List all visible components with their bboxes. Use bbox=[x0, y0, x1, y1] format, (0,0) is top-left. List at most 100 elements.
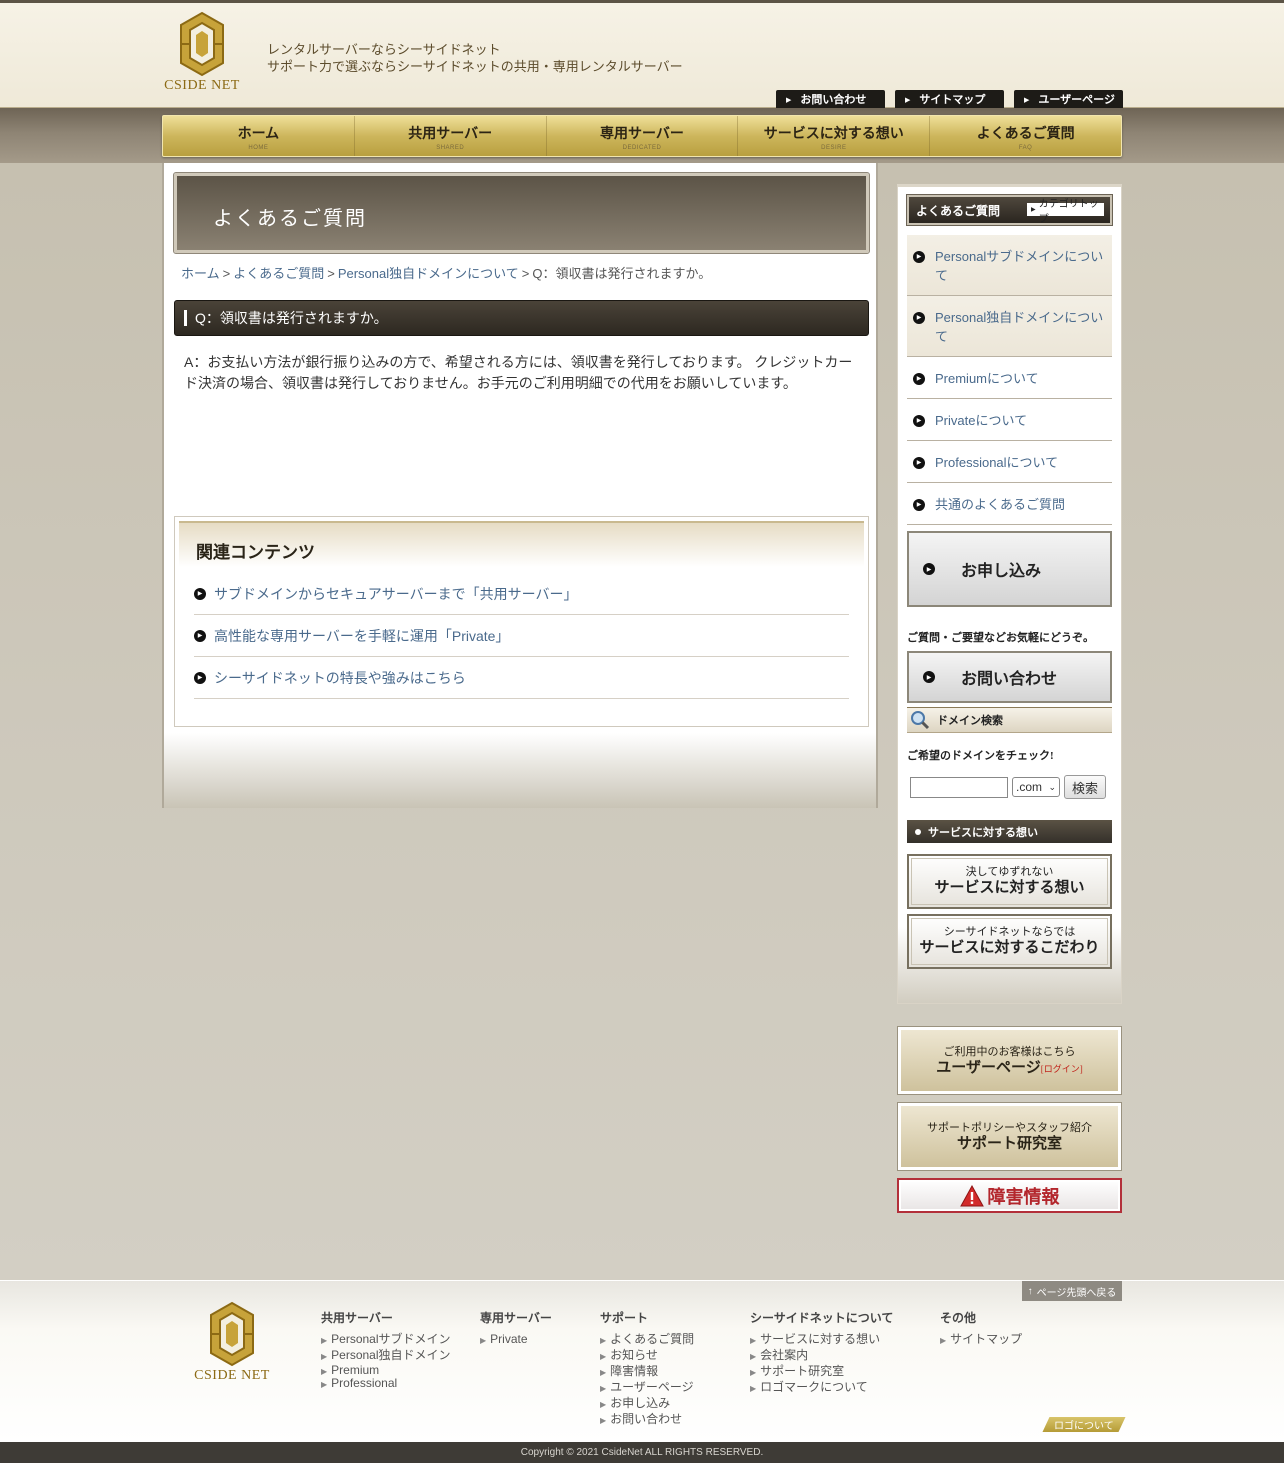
contact-button[interactable]: ▶ お問い合わせ bbox=[907, 651, 1112, 703]
triangle-right-icon: ▶ bbox=[321, 1352, 328, 1361]
triangle-right-icon: ▶ bbox=[321, 1380, 328, 1389]
circle-arrow-icon: ▶ bbox=[194, 587, 206, 600]
outage-info-banner[interactable]: 障害情報 bbox=[897, 1178, 1122, 1213]
breadcrumb-category[interactable]: Personal独自ドメインについて bbox=[338, 266, 519, 281]
list-item: ▶ シーサイドネットの特長や強みはこちら bbox=[194, 657, 849, 699]
copyright: Copyright © 2021 CsideNet ALL RIGHTS RES… bbox=[0, 1442, 1284, 1463]
triangle-right-icon: ▶ bbox=[750, 1352, 757, 1361]
footer-col-support: サポート ▶ よくあるご質問 ▶ お知らせ ▶ 障害情報 ▶ ユーザーページ ▶ お申し込… bbox=[600, 1311, 695, 1428]
domain-note: ご希望のドメインをチェック! bbox=[907, 750, 1054, 762]
related-title: 関連コンテンツ bbox=[196, 543, 315, 562]
breadcrumb-faq[interactable]: よくあるご質問 bbox=[233, 266, 324, 281]
sidebar-item-personal-domain[interactable]: ▶ Personal独自ドメインについて bbox=[907, 296, 1112, 357]
logo-text: CSIDE NET bbox=[194, 1368, 270, 1383]
domain-input[interactable] bbox=[910, 776, 1008, 798]
logo-mark-icon bbox=[180, 11, 224, 77]
logo-text: CSIDE NET bbox=[164, 78, 240, 93]
list-item: ▶ サブドメインからセキュアサーバーまで「共用サーバー」 bbox=[194, 573, 849, 615]
support-lab-banner[interactable]: サポートポリシーやスタッフ紹介 サポート研究室 bbox=[897, 1102, 1122, 1171]
sidebar-item-personal-subdomain[interactable]: ▶ Personalサブドメインについて bbox=[907, 235, 1112, 296]
sidebar-item-common[interactable]: ▶ 共通のよくあるご質問 bbox=[907, 483, 1112, 525]
tld-select[interactable]: .com ⌄ bbox=[1012, 777, 1060, 797]
gnav-desire[interactable]: サービスに対する想い DESIRE bbox=[738, 116, 931, 156]
footer-link[interactable]: ▶ お申し込み bbox=[600, 1396, 694, 1412]
circle-arrow-icon: ▶ bbox=[913, 415, 925, 427]
triangle-right-icon: ▶ bbox=[600, 1400, 607, 1409]
triangle-right-icon: ▶ bbox=[600, 1352, 607, 1361]
util-contact-button[interactable]: ▶ お問い合わせ bbox=[776, 90, 885, 108]
util-sitemap-button[interactable]: ▶ サイトマップ bbox=[895, 90, 1004, 108]
tagline: レンタルサーバーならシーサイドネット サポート力で選ぶならシーサイドネットの共用… bbox=[267, 41, 683, 75]
question-heading: Q：領収書は発行されますか。 bbox=[174, 300, 869, 336]
question-text: Q：領収書は発行されますか。 bbox=[195, 310, 388, 326]
gnav-shared[interactable]: 共用サーバー SHARED bbox=[355, 116, 547, 156]
related-link-shared[interactable]: サブドメインからセキュアサーバーまで「共用サーバー」 bbox=[214, 584, 577, 604]
logo-mark-icon bbox=[210, 1301, 254, 1367]
circle-arrow-icon: ▶ bbox=[913, 457, 925, 469]
logo-about-button[interactable]: ロゴについて bbox=[1042, 1417, 1126, 1432]
footer-link[interactable]: ▶ 会社案内 bbox=[750, 1348, 893, 1364]
gnav-faq[interactable]: よくあるご質問 FAQ bbox=[930, 116, 1121, 156]
footer-link[interactable]: ▶ Personalサブドメイン bbox=[321, 1332, 451, 1348]
breadcrumb-home[interactable]: ホーム bbox=[181, 266, 220, 281]
user-page-banner[interactable]: ご利用中のお客様はこちら ユーザーページ[ログイン] bbox=[897, 1026, 1122, 1095]
triangle-right-icon: ▶ bbox=[600, 1384, 607, 1393]
page-top-button[interactable]: ↑ ページ先頭へ戻る bbox=[1022, 1281, 1122, 1301]
site-header: CSIDE NET レンタルサーバーならシーサイドネット サポート力で選ぶならシ… bbox=[0, 0, 1284, 108]
footer-logo[interactable]: CSIDE NET bbox=[192, 1301, 272, 1384]
related-header: 関連コンテンツ bbox=[179, 521, 864, 567]
footer-link[interactable]: ▶ お問い合わせ bbox=[600, 1412, 694, 1428]
service-desire-banner[interactable]: 決してゆずれない サービスに対する想い bbox=[907, 854, 1112, 909]
utility-nav: ▶ お問い合わせ ▶ サイトマップ ▶ ユーザーページ bbox=[776, 90, 1123, 108]
circle-arrow-icon: ▶ bbox=[194, 629, 206, 642]
footer-link[interactable]: ▶ よくあるご質問 bbox=[600, 1332, 694, 1348]
triangle-right-icon: ▶ bbox=[600, 1336, 607, 1345]
arrow-right-icon: ▶ bbox=[1024, 95, 1030, 104]
sidebar-item-professional[interactable]: ▶ Professionalについて bbox=[907, 441, 1112, 483]
util-userpage-button[interactable]: ▶ ユーザーページ bbox=[1014, 90, 1123, 108]
global-nav: ホーム HOME 共用サーバー SHARED 専用サーバー DEDICATED サービ… bbox=[162, 115, 1122, 157]
triangle-right-icon: ▶ bbox=[600, 1416, 607, 1425]
footer-col-other: その他 ▶ サイトマップ bbox=[940, 1311, 1023, 1348]
footer-link[interactable]: ▶ Professional bbox=[321, 1377, 451, 1390]
footer-link[interactable]: ▶ 障害情報 bbox=[600, 1364, 694, 1380]
related-link-private[interactable]: 高性能な専用サーバーを手軽に運用「Private」 bbox=[214, 626, 509, 646]
sidebar-faq-header: よくあるご質問 ▶ カテゴリトップ bbox=[906, 194, 1113, 226]
sidebar-item-private[interactable]: ▶ Privateについて bbox=[907, 399, 1112, 441]
circle-arrow-icon: ▶ bbox=[913, 499, 925, 511]
sidebar: よくあるご質問 ▶ カテゴリトップ ▶ Personalサブドメインについて ▶ Pe… bbox=[897, 184, 1122, 1004]
magnifier-icon bbox=[911, 711, 930, 730]
triangle-right-icon: ▶ bbox=[321, 1367, 328, 1376]
sidebar-item-premium[interactable]: ▶ Premiumについて bbox=[907, 357, 1112, 399]
gnav-dedicated[interactable]: 専用サーバー DEDICATED bbox=[547, 116, 739, 156]
triangle-right-icon: ▶ bbox=[480, 1336, 487, 1345]
footer-link[interactable]: ▶ Personal独自ドメイン bbox=[321, 1348, 451, 1364]
circle-arrow-icon: ▶ bbox=[923, 563, 935, 575]
site-logo[interactable]: CSIDE NET bbox=[162, 11, 242, 94]
service-commitment-banner[interactable]: シーサイドネットならでは サービスに対するこだわり bbox=[907, 914, 1112, 969]
apply-button[interactable]: ▶ お申し込み bbox=[907, 531, 1112, 607]
related-link-features[interactable]: シーサイドネットの特長や強みはこちら bbox=[214, 668, 466, 688]
faq-category-list: ▶ Personalサブドメインについて ▶ Personal独自ドメインについて … bbox=[907, 235, 1112, 525]
related-list: ▶ サブドメインからセキュアサーバーまで「共用サーバー」 ▶ 高性能な専用サーバーを… bbox=[194, 573, 849, 699]
footer-link[interactable]: ▶ ロゴマークについて bbox=[750, 1380, 893, 1396]
footer-link[interactable]: ▶ お知らせ bbox=[600, 1348, 694, 1364]
answer-text: A：お支払い方法が銀行振り込みの方で、希望される方には、領収書を発行しております… bbox=[184, 354, 853, 391]
gnav-home[interactable]: ホーム HOME bbox=[163, 116, 355, 156]
circle-arrow-icon: ▶ bbox=[913, 373, 925, 385]
sidebar-faq-title: よくあるご質問 bbox=[916, 203, 1001, 218]
related-contents: 関連コンテンツ ▶ サブドメインからセキュアサーバーまで「共用サーバー」 ▶ 高性能… bbox=[174, 516, 869, 727]
footer-link[interactable]: ▶ Private bbox=[480, 1332, 552, 1348]
breadcrumb: ホーム > よくあるご質問 > Personal独自ドメインについて > Q：領収書は発行さ… bbox=[181, 266, 712, 281]
footer-link[interactable]: ▶ サポート研究室 bbox=[750, 1364, 893, 1380]
domain-search-button[interactable]: 検索 bbox=[1064, 775, 1106, 799]
footer-link[interactable]: ▶ ユーザーページ bbox=[600, 1380, 694, 1396]
footer-link[interactable]: ▶ サイトマップ bbox=[940, 1332, 1022, 1348]
footer-link[interactable]: ▶ サービスに対する想い bbox=[750, 1332, 893, 1348]
bullet-icon bbox=[915, 828, 921, 835]
circle-arrow-icon: ▶ bbox=[194, 671, 206, 684]
tagline-line-1: レンタルサーバーならシーサイドネット bbox=[267, 42, 501, 57]
category-top-button[interactable]: ▶ カテゴリトップ bbox=[1027, 199, 1104, 225]
domain-search-header: ドメイン検索 bbox=[907, 707, 1112, 733]
footer-col-shared: 共用サーバー ▶ Personalサブドメイン ▶ Personal独自ドメイン ▶… bbox=[321, 1311, 451, 1390]
